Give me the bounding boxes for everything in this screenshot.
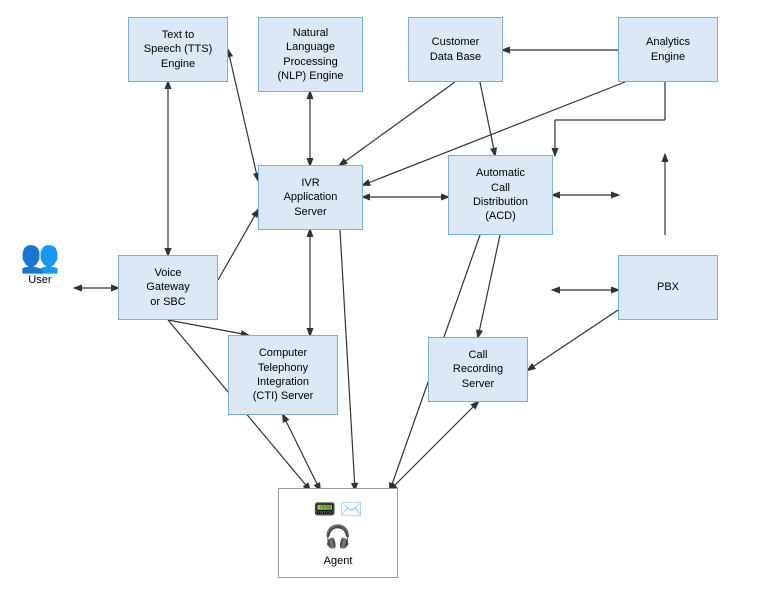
node-nlp: Natural Language Processing (NLP) Engine	[258, 17, 363, 92]
node-cdb-label: Customer Data Base	[430, 35, 481, 64]
node-agent-label: Agent	[324, 554, 353, 568]
node-acd: Automatic Call Distribution (ACD)	[448, 155, 553, 235]
agent-headset-icon: 🎧	[324, 523, 351, 552]
node-agent: 📟 ✉️ 🎧 Agent	[278, 488, 398, 578]
agent-icons: 📟 ✉️	[314, 498, 363, 521]
node-pbx-label: PBX	[657, 280, 679, 294]
node-analytics-label: Analytics Engine	[646, 35, 690, 64]
node-tts: Text to Speech (TTS) Engine	[128, 17, 228, 82]
node-vgw: Voice Gateway or SBC	[118, 255, 218, 320]
node-ivr-label: IVR Application Server	[284, 176, 338, 219]
user-label: User	[20, 274, 60, 286]
node-vgw-label: Voice Gateway or SBC	[146, 266, 189, 309]
node-acd-label: Automatic Call Distribution (ACD)	[473, 166, 528, 223]
node-crs: Call Recording Server	[428, 337, 528, 402]
user-figure: 👥 User	[20, 240, 60, 286]
phone-icon: 📟	[314, 498, 336, 521]
node-analytics: Analytics Engine	[618, 17, 718, 82]
node-cti-label: Computer Telephony Integration (CTI) Ser…	[253, 346, 314, 403]
diagram-container: 👥 User Text to Speech (TTS) Engine Natur…	[0, 0, 770, 609]
email-icon: ✉️	[340, 498, 362, 521]
node-cdb: Customer Data Base	[408, 17, 503, 82]
node-ivr: IVR Application Server	[258, 165, 363, 230]
node-nlp-label: Natural Language Processing (NLP) Engine	[277, 26, 343, 83]
node-cti: Computer Telephony Integration (CTI) Ser…	[228, 335, 338, 415]
node-crs-label: Call Recording Server	[453, 348, 503, 391]
node-pbx: PBX	[618, 255, 718, 320]
node-tts-label: Text to Speech (TTS) Engine	[144, 28, 212, 71]
